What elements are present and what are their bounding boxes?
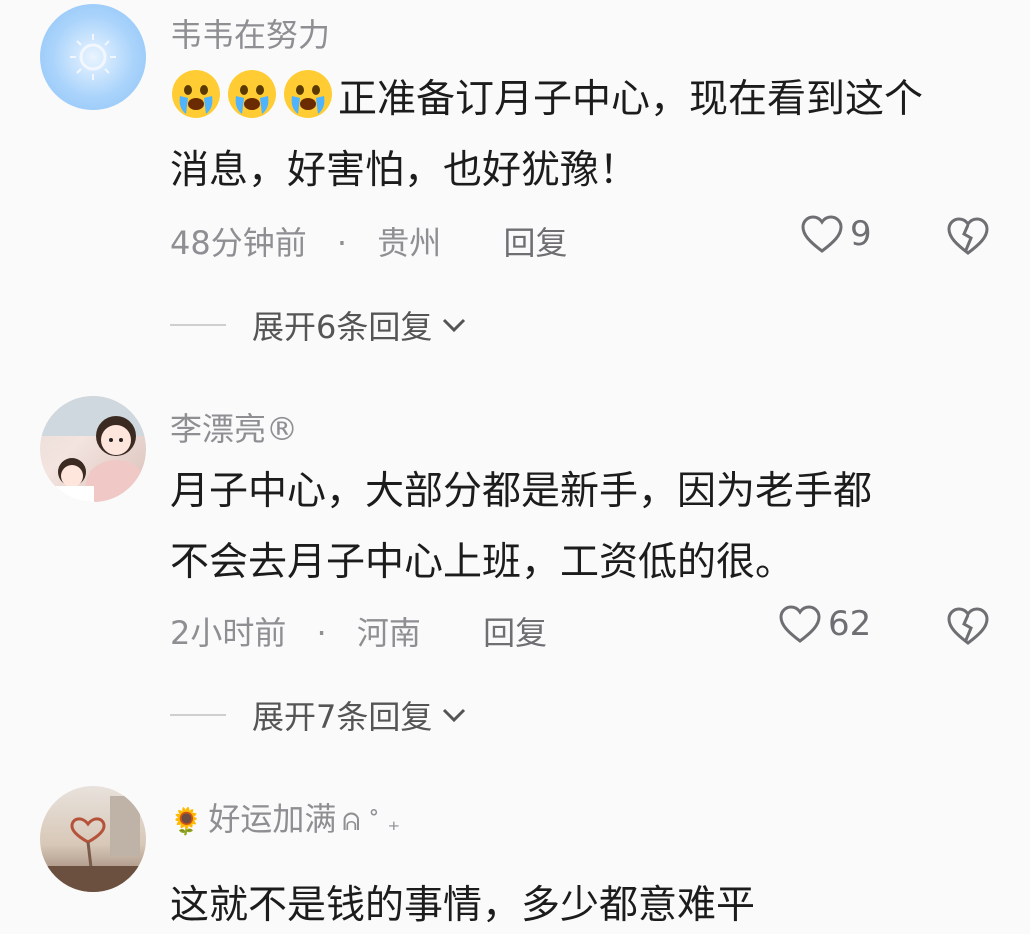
- expand-replies-label: 展开6条回复: [252, 308, 433, 346]
- broken-heart-icon: [947, 217, 989, 255]
- username[interactable]: 韦韦在努力: [170, 10, 330, 56]
- heart-photo-icon: [40, 796, 146, 892]
- comment-meta: 2小时前 · 河南 回复: [170, 608, 547, 654]
- comment-text: 正准备订月子中心，现在看到这个 消息，好害怕，也好犹豫！: [170, 64, 1010, 206]
- like-button[interactable]: 9: [800, 214, 872, 254]
- avatar[interactable]: [40, 396, 146, 502]
- dislike-button[interactable]: [946, 216, 990, 260]
- like-count: 9: [850, 214, 872, 254]
- username[interactable]: 🌻 好运加满 ᕱ ˚ ₊: [170, 794, 400, 840]
- expand-replies-label: 展开7条回复: [252, 698, 433, 736]
- comment-line-1: 这就不是钱的事情，多少都意难平: [170, 883, 756, 928]
- crying-face-emoji-icon: [284, 70, 332, 118]
- sun-icon: [70, 34, 116, 80]
- chevron-down-icon: [443, 318, 466, 333]
- location: 河南: [356, 614, 421, 652]
- comment-line-1: 月子中心，大部分都是新手，因为老手都: [170, 469, 873, 514]
- comment-line-2: 不会去月子中心上班，工资低的很。: [170, 540, 795, 585]
- comment-meta: 48分钟前 · 贵州 回复: [170, 218, 567, 264]
- like-button[interactable]: 62: [778, 604, 871, 644]
- heart-icon: [779, 605, 821, 643]
- timestamp: 48分钟前: [170, 224, 307, 262]
- separator: ·: [316, 614, 327, 652]
- comment-line-2: 消息，好害怕，也好犹豫！: [170, 148, 639, 193]
- sunflower-icon: 🌻: [170, 807, 203, 837]
- divider-line: [170, 324, 226, 326]
- username[interactable]: 李漂亮®: [170, 404, 298, 450]
- cartoon-mother-child-icon: [40, 396, 146, 502]
- avatar[interactable]: [40, 4, 146, 110]
- crying-face-emoji-icon: [172, 70, 220, 118]
- divider-line: [170, 714, 226, 716]
- location: 贵州: [377, 224, 442, 262]
- dislike-button[interactable]: [946, 606, 990, 650]
- avatar[interactable]: [40, 786, 146, 892]
- comment-text: 这就不是钱的事情，多少都意难平: [170, 870, 1010, 934]
- crying-face-emoji-icon: [228, 70, 276, 118]
- expand-replies-button[interactable]: 展开6条回复: [170, 302, 468, 348]
- separator: ·: [336, 224, 348, 262]
- heart-icon: [801, 215, 843, 253]
- like-count: 62: [828, 604, 872, 644]
- comment-text-line: 正准备订月子中心，现在看到这个: [338, 77, 924, 122]
- comment-text: 月子中心，大部分都是新手，因为老手都 不会去月子中心上班，工资低的很。: [170, 456, 1010, 598]
- reply-button[interactable]: 回复: [503, 218, 567, 264]
- reply-button[interactable]: 回复: [483, 608, 547, 654]
- comment-line-1: 正准备订月子中心，现在看到这个: [170, 64, 1010, 135]
- broken-heart-icon: [947, 607, 989, 645]
- chevron-down-icon: [443, 708, 466, 723]
- username-text: 好运加满: [208, 800, 337, 838]
- username-decoration: ᕱ ˚ ₊: [342, 808, 401, 836]
- expand-replies-button[interactable]: 展开7条回复: [170, 692, 468, 738]
- timestamp: 2小时前: [170, 614, 287, 652]
